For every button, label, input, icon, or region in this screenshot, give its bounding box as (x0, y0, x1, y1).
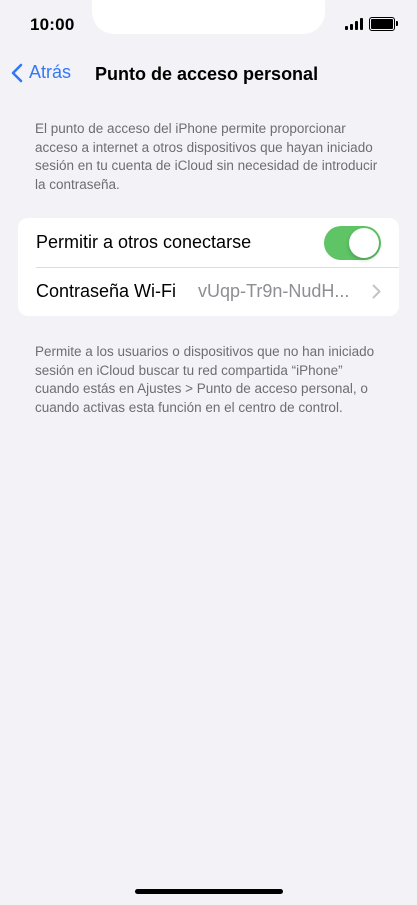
status-time: 10:00 (30, 15, 75, 34)
chevron-left-icon (11, 63, 23, 82)
wifi-password-row[interactable]: Contraseña Wi-Fi vUqp-Tr9n-NudH... (18, 267, 399, 316)
back-button[interactable]: Atrás (10, 62, 71, 83)
allow-others-label: Permitir a otros conectarse (36, 232, 252, 252)
navigation-bar: Atrás Punto de acceso personal (0, 52, 417, 96)
allow-others-row: Permitir a otros conectarse (18, 218, 399, 267)
chevron-right-icon (372, 284, 381, 299)
discoverability-description: Permite a los usuarios o dispositivos qu… (35, 344, 375, 415)
allow-others-toggle[interactable] (324, 226, 381, 260)
wifi-password-label: Contraseña Wi-Fi (36, 281, 177, 301)
notch (92, 0, 325, 34)
back-label: Atrás (29, 62, 72, 82)
cellular-signal-icon (345, 18, 363, 30)
wifi-password-value: vUqp-Tr9n-NudH... (198, 281, 350, 301)
page-title: Punto de acceso personal (95, 64, 319, 84)
status-bar: 10:00 (0, 0, 417, 50)
home-indicator[interactable] (135, 889, 283, 894)
status-icons (345, 17, 398, 31)
settings-group: Permitir a otros conectarse Contraseña W… (18, 218, 399, 316)
toggle-knob (349, 228, 379, 258)
hotspot-description: El punto de acceso del iPhone permite pr… (35, 121, 378, 192)
battery-icon (369, 17, 398, 31)
